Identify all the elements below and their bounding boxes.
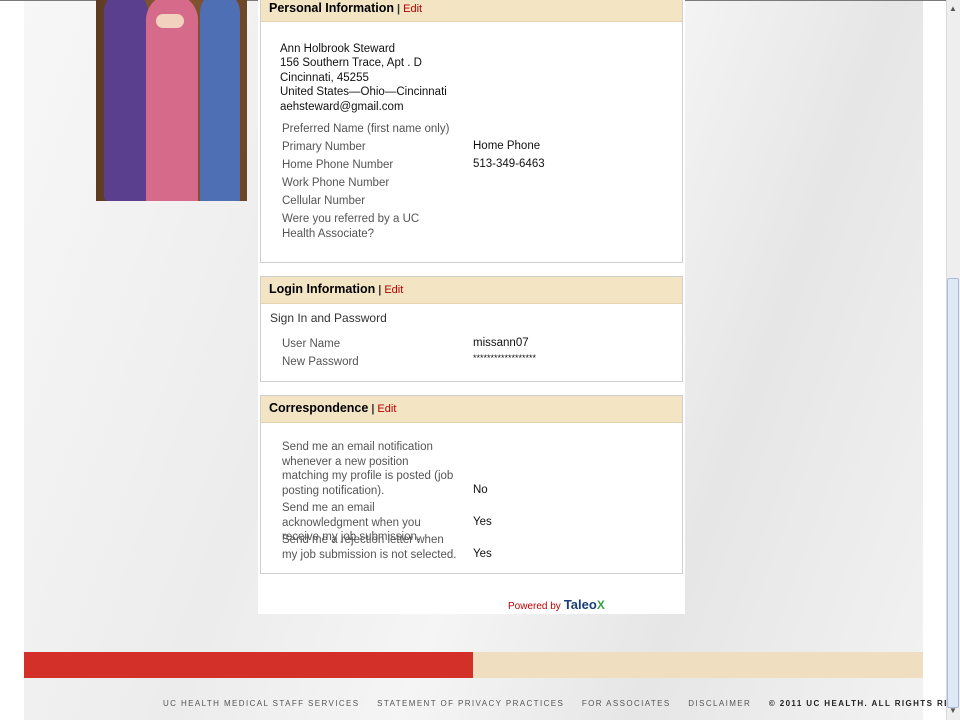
job-posting-notification-label: Send me an email notification whenever a…	[282, 441, 454, 497]
address-name: Ann Holbrook Steward	[280, 43, 396, 55]
user-name-value: missann07	[473, 337, 529, 349]
new-password-value: ******************	[473, 353, 537, 363]
login-information-title: Login Information	[269, 282, 376, 296]
taleo-x-icon: X	[596, 598, 605, 612]
primary-number-value: Home Phone	[473, 140, 541, 152]
cellular-number-label: Cellular Number	[282, 195, 366, 207]
footer-link-disclaimer[interactable]: DISCLAIMER	[688, 699, 751, 708]
submission-acknowledgment-value: Yes	[473, 516, 492, 528]
footer-link-privacy[interactable]: STATEMENT OF PRIVACY PRACTICES	[377, 699, 564, 708]
address-city: Cincinnati, 45255	[280, 72, 369, 84]
separator: |	[371, 403, 375, 415]
primary-number-label: Primary Number	[282, 141, 366, 153]
referred-by-label: Were you referred by a UC Health Associa…	[282, 213, 420, 240]
rejection-letter-value: Yes	[473, 548, 492, 560]
home-phone-value: 513-349-6463	[473, 158, 545, 170]
footer-copyright: © 2011 UC HEALTH. ALL RIGHTS RESERVED.	[768, 699, 960, 708]
address-country: United States—Ohio—Cincinnati	[280, 86, 447, 98]
login-information-header: Login Information | Edit	[261, 277, 682, 304]
edit-correspondence-link[interactable]: Edit	[377, 403, 396, 415]
edit-personal-link[interactable]: Edit	[403, 3, 422, 15]
job-posting-notification-value: No	[473, 484, 488, 496]
taleo-logo: Taleo	[563, 597, 597, 612]
address-street: 156 Southern Trace, Apt . D	[280, 57, 422, 69]
footer-link-medical-staff[interactable]: UC HEALTH MEDICAL STAFF SERVICES	[163, 699, 360, 708]
address-email: aehsteward@gmail.com	[280, 101, 404, 113]
footer-red-bar	[24, 652, 473, 678]
new-password-label: New Password	[282, 356, 359, 368]
footer-beige-bar	[473, 652, 923, 678]
rejection-letter-label: Send me a rejection letter when my job s…	[282, 534, 457, 561]
correspondence-header: Correspondence | Edit	[261, 396, 682, 423]
separator: |	[378, 284, 382, 296]
personal-information-header: Personal Information | Edit	[261, 0, 682, 22]
powered-by-taleo[interactable]: Powered by TaleoX	[508, 597, 605, 612]
work-phone-label: Work Phone Number	[282, 177, 390, 189]
scroll-down-arrow-icon[interactable]: ▼	[947, 704, 959, 718]
home-phone-label: Home Phone Number	[282, 159, 394, 171]
header-photo-nurses	[96, 0, 247, 201]
scrollbar-thumb[interactable]	[947, 278, 959, 708]
personal-information-title: Personal Information	[269, 1, 395, 15]
powered-by-text: Powered by	[508, 601, 561, 612]
user-name-label: User Name	[282, 338, 341, 350]
separator: |	[397, 3, 401, 15]
scroll-up-arrow-icon[interactable]: ▲	[947, 2, 959, 16]
edit-login-link[interactable]: Edit	[384, 284, 403, 296]
sign-in-password-subtitle: Sign In and Password	[270, 311, 387, 325]
footer-link-associates[interactable]: FOR ASSOCIATES	[582, 699, 671, 708]
footer-links: UC HEALTH MEDICAL STAFF SERVICES STATEME…	[163, 699, 960, 708]
preferred-name-label: Preferred Name (first name only)	[282, 123, 450, 135]
correspondence-title: Correspondence	[269, 401, 369, 415]
